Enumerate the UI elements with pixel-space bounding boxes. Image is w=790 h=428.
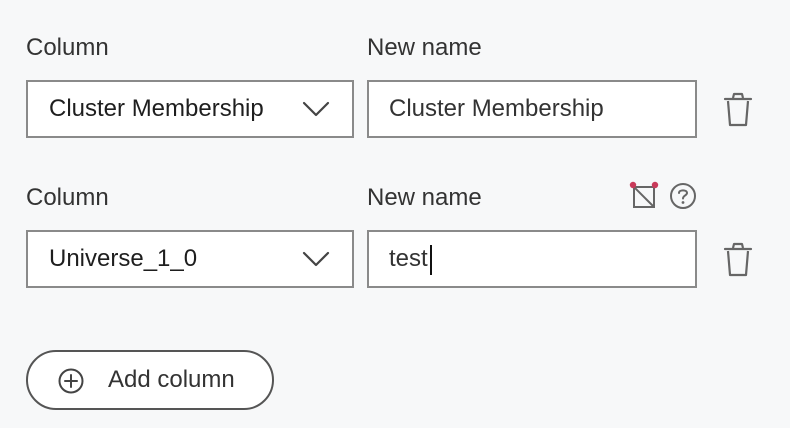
column-label: Column [26, 184, 109, 211]
column-select[interactable]: Cluster Membership [26, 80, 354, 138]
chevron-down-icon [302, 251, 330, 267]
trash-icon[interactable] [722, 92, 754, 128]
text-cursor [430, 245, 432, 275]
chevron-down-icon [302, 101, 330, 117]
column-rename-panel: Column New name Cluster Membership Colum… [0, 0, 790, 428]
new-name-input[interactable] [367, 80, 697, 138]
new-name-input[interactable] [367, 230, 697, 288]
help-icon[interactable] [668, 181, 698, 211]
new-name-label: New name [367, 184, 482, 211]
add-column-button[interactable]: Add column [26, 350, 274, 410]
mapping-icon[interactable] [629, 181, 659, 211]
column-select-value: Universe_1_0 [49, 245, 198, 272]
column-select-value: Cluster Membership [49, 95, 264, 122]
plus-circle-icon [58, 368, 84, 394]
rename-row-1: Column New name Cluster Membership [0, 0, 790, 150]
trash-icon[interactable] [722, 242, 754, 278]
column-label: Column [26, 34, 109, 61]
new-name-label: New name [367, 34, 482, 61]
add-column-label: Add column [108, 366, 235, 393]
column-select[interactable]: Universe_1_0 [26, 230, 354, 288]
rename-row-2: Column New name Universe_1_0 [0, 150, 790, 300]
